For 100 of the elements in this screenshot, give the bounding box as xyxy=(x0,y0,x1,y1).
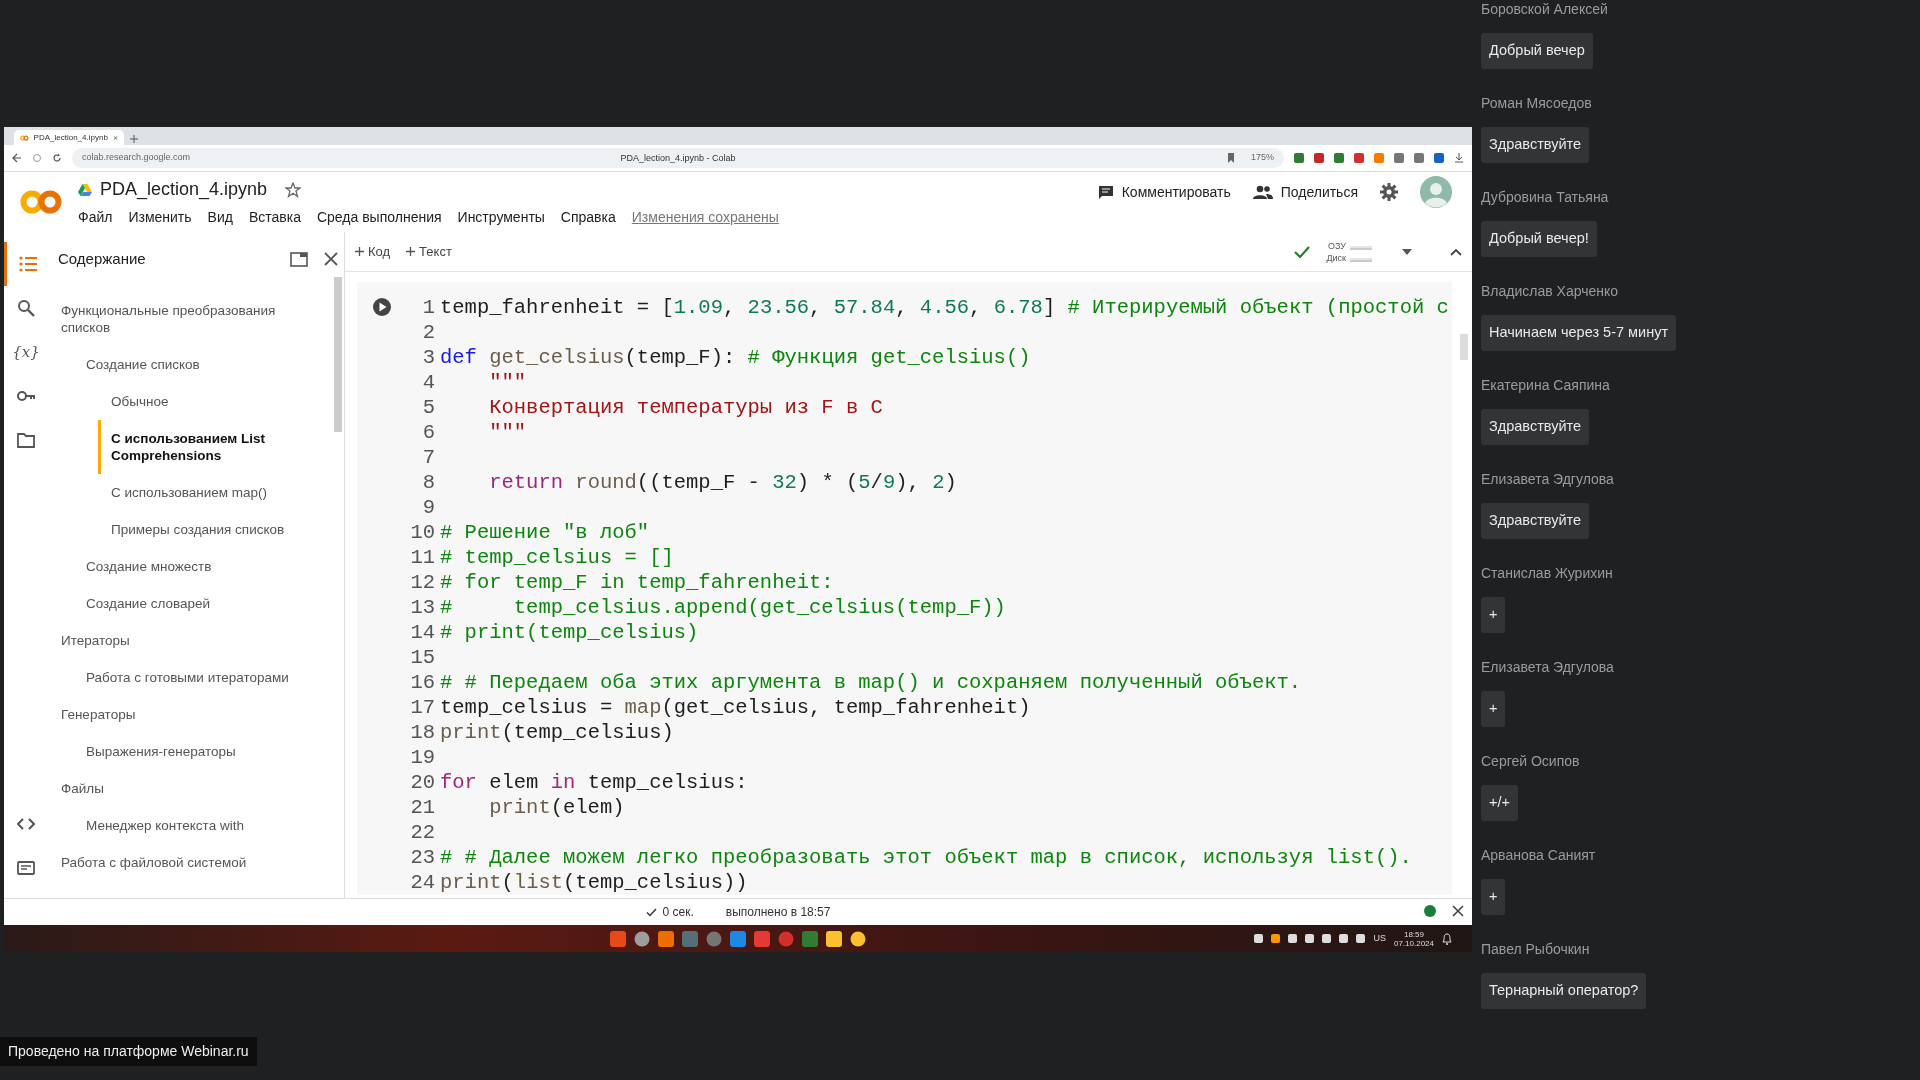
toc-item[interactable]: Работа с готовыми итераторами xyxy=(73,659,329,696)
scrollbar-thumb[interactable] xyxy=(1460,334,1468,360)
execution-status: выполнено в 18:57 xyxy=(725,904,831,921)
code-line: # # Далее можем легко преобразовать этот объект map в список, используя list(). xyxy=(440,845,1412,870)
line-number: 7 xyxy=(421,445,435,470)
star-icon[interactable] xyxy=(285,181,302,198)
keyboard-layout[interactable]: US xyxy=(1373,931,1386,946)
menu-item[interactable]: Среда выполнения xyxy=(316,207,442,228)
toc-item[interactable]: Примеры создания списков xyxy=(98,511,325,548)
variables-button[interactable]: {x} xyxy=(4,330,48,374)
line-number: 1 xyxy=(421,295,435,320)
bell-icon[interactable] xyxy=(1442,932,1452,945)
duration-text: 0 сек. xyxy=(662,904,694,921)
code-line: # for temp_F in temp_fahrenheit: xyxy=(440,570,834,595)
chat-message: Тернарный оператор? xyxy=(1481,973,1647,1009)
colab-icon xyxy=(20,134,29,141)
taskbar-icon[interactable] xyxy=(730,930,746,947)
platform-label: Проведено на платформе Webinar.ru xyxy=(0,1037,257,1066)
code-line: """ xyxy=(488,420,527,445)
author-name: Елизавета Эдгулова xyxy=(1481,471,1614,487)
zoom-level[interactable]: 175% xyxy=(1250,151,1274,165)
clock-date[interactable]: 07.10.2024 xyxy=(1393,938,1434,948)
close-icon[interactable] xyxy=(324,252,338,266)
contents-icon xyxy=(18,255,37,273)
author-name: Дубровина Татьяна xyxy=(1481,189,1609,205)
code-line: # temp_celsius = [] xyxy=(440,545,674,570)
share-button[interactable]: Поделиться xyxy=(1252,181,1358,203)
notebook-title[interactable]: PDA_lection_4.ipynb xyxy=(100,176,268,203)
taskbar-icon[interactable] xyxy=(658,930,674,947)
code-line: print(temp_celsius) xyxy=(440,720,674,745)
toc-item[interactable]: Функциональные преобразования списков xyxy=(48,292,344,346)
menu-item[interactable]: Изменить xyxy=(128,207,192,228)
scrollbar-thumb[interactable] xyxy=(334,277,342,432)
menu-item[interactable]: Вид xyxy=(207,207,233,228)
colab-logo[interactable] xyxy=(20,189,62,215)
taskbar-icon[interactable] xyxy=(634,930,650,947)
line-number: 9 xyxy=(421,495,435,520)
disk-label: Диск xyxy=(1326,251,1346,264)
toc-item[interactable]: Генераторы xyxy=(48,696,176,733)
line-number: 6 xyxy=(421,420,435,445)
download-icon[interactable] xyxy=(1454,153,1464,163)
add-text-button[interactable]: Текст xyxy=(406,241,452,262)
toc-item[interactable]: Обычное xyxy=(98,383,209,420)
line-number: 17 xyxy=(409,695,435,720)
page-title: PDA_lection_4.ipynb - Colab xyxy=(620,152,736,165)
close-icon[interactable] xyxy=(1452,905,1464,917)
plus-icon xyxy=(406,247,416,256)
code-line: # # Передаем оба этих аргумента в map() и сохраняем полученный объект. xyxy=(440,670,1302,695)
window-icon[interactable] xyxy=(290,251,308,267)
author-name: Боровской Алексей xyxy=(1481,1,1608,17)
line-number: 23 xyxy=(409,845,435,870)
menu-item[interactable]: Инструменты xyxy=(457,207,545,228)
check-icon xyxy=(645,907,657,917)
run-icon[interactable] xyxy=(372,297,392,317)
collapse-icon[interactable] xyxy=(1450,247,1462,256)
toc-item[interactable]: Создание списков xyxy=(73,346,240,383)
chat-message: + xyxy=(1481,879,1506,915)
settings-icon[interactable] xyxy=(1380,183,1398,201)
address-field[interactable]: colab.research.google.com xyxy=(82,151,191,165)
author-name: Владислав Харченко xyxy=(1481,283,1619,299)
toc-item[interactable]: Выражения-генераторы xyxy=(73,733,276,770)
toc-item[interactable]: Файлы xyxy=(48,770,144,807)
clock-time[interactable]: 18:59 xyxy=(1393,929,1434,939)
code-line: temp_fahrenheit = [1.09, 23.56, 57.84, 4.56, 6.78] # Итерируемый объект (простой с xyxy=(440,295,1449,320)
toc-item[interactable]: Итераторы xyxy=(48,622,170,659)
browser-tab[interactable]: PDA_lection_4.ipynb xyxy=(14,130,124,145)
reload-icon[interactable] xyxy=(52,153,62,163)
line-number: 21 xyxy=(409,795,435,820)
code-line: Конвертация температуры из F в C xyxy=(488,395,883,420)
code-line: for elem in temp_celsius: xyxy=(440,770,748,795)
toc-item[interactable]: Создание множеств xyxy=(73,548,252,585)
toc-item[interactable]: Менеджер контекста with xyxy=(73,807,284,844)
toc-item[interactable]: Создание словарей xyxy=(73,585,250,622)
code-line: def get_celsius(temp_F): # Функция get_celsius() xyxy=(440,345,1031,370)
line-number: 15 xyxy=(409,645,435,670)
save-status-link[interactable]: Изменения сохранены xyxy=(631,207,779,228)
bookmark-icon[interactable] xyxy=(1226,153,1235,163)
line-number: 2 xyxy=(421,320,435,345)
comment-icon xyxy=(1097,184,1114,200)
dropdown-icon[interactable] xyxy=(1402,248,1412,255)
drive-icon xyxy=(78,183,92,196)
taskbar-icon[interactable] xyxy=(826,930,842,947)
plus-icon xyxy=(355,247,364,256)
menu-item[interactable]: Файл xyxy=(78,207,113,228)
code-cell[interactable] xyxy=(357,282,1452,895)
taskbar-icon[interactable] xyxy=(850,930,866,947)
back-icon[interactable] xyxy=(12,153,22,163)
code-line: print(list(temp_celsius)) xyxy=(440,870,748,895)
menu-item[interactable]: Вставка xyxy=(248,207,301,228)
chat-message: + xyxy=(1481,597,1506,633)
toc-item[interactable]: Работа с файловой системой xyxy=(48,844,287,881)
chat-message: +/+ xyxy=(1481,785,1518,821)
toc-item[interactable]: С использованием map() xyxy=(98,474,308,511)
comment-button[interactable]: Комментировать xyxy=(1097,181,1231,203)
chat-message: Здравствуйте xyxy=(1481,127,1590,163)
line-number: 3 xyxy=(421,345,435,370)
menu-item[interactable]: Справка xyxy=(560,207,616,228)
add-code-button[interactable]: Код xyxy=(355,241,391,262)
code-line: return round((temp_F - 32) * (5/9), 2) xyxy=(488,470,957,495)
line-number: 14 xyxy=(409,620,435,645)
